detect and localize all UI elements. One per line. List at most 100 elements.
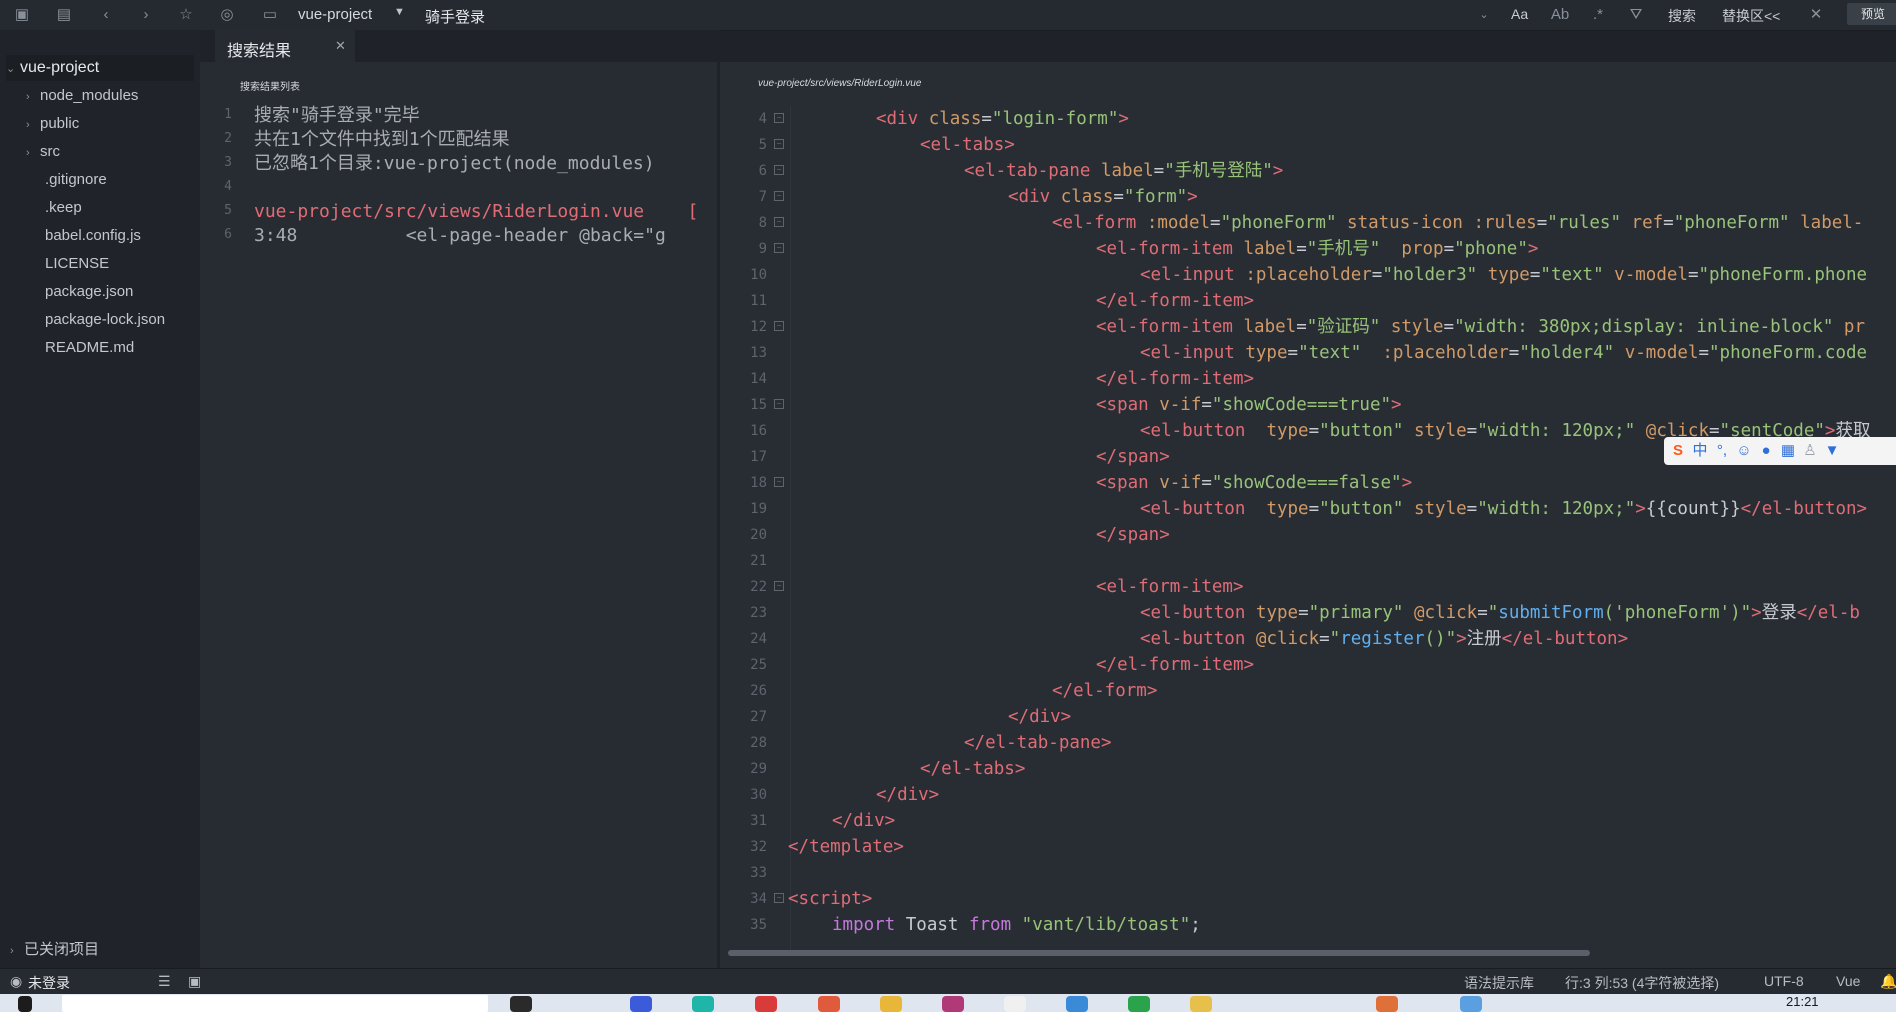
app-icon[interactable]: [692, 996, 714, 1012]
fold-icon[interactable]: −: [774, 191, 784, 201]
whole-word-icon[interactable]: Ab: [1550, 5, 1570, 25]
tree-item[interactable]: .gitignore: [45, 167, 107, 193]
skin-icon[interactable]: ▼: [1822, 441, 1842, 461]
project-selector[interactable]: vue-project: [298, 6, 372, 23]
app-icon[interactable]: [1376, 996, 1398, 1012]
fold-icon[interactable]: −: [774, 139, 784, 149]
result-line[interactable]: 2 共在1个文件中找到1个匹配结果: [200, 128, 717, 152]
app-icon[interactable]: [1190, 996, 1212, 1012]
chrome-icon[interactable]: [818, 996, 840, 1012]
tree-item[interactable]: › public: [26, 111, 79, 137]
code-line[interactable]: 8− <el-form :model="phoneForm" status-ico…: [720, 210, 1896, 236]
punctuation-icon[interactable]: °,: [1712, 441, 1732, 461]
app-icon[interactable]: [1066, 996, 1088, 1012]
fold-icon[interactable]: −: [774, 399, 784, 409]
app-icon[interactable]: [1004, 996, 1026, 1012]
code-line[interactable]: 6− <el-tab-pane label="手机号登陆">: [720, 158, 1896, 184]
code-line[interactable]: 10 <el-input :placeholder="holder3" type=…: [720, 262, 1896, 288]
preview-button[interactable]: 预览: [1847, 3, 1896, 25]
fold-icon[interactable]: −: [774, 165, 784, 175]
code-line[interactable]: 15− <span v-if="showCode===true">: [720, 392, 1896, 418]
code-line[interactable]: 19 <el-button type="button" style="width:…: [720, 496, 1896, 522]
code-line[interactable]: 20 </span>: [720, 522, 1896, 548]
app-icon[interactable]: [942, 996, 964, 1012]
closed-projects-item[interactable]: › 已关闭项目: [10, 938, 99, 959]
code-line[interactable]: 5− <el-tabs>: [720, 132, 1896, 158]
result-line[interactable]: 3 已忽略1个目录:vue-project(node_modules): [200, 152, 717, 176]
code-line[interactable]: 29 </el-tabs>: [720, 756, 1896, 782]
ime-toolbar[interactable]: S 中 °, ☺ ● ▦ ♙ ▼: [1664, 437, 1896, 465]
taskbar-search-box[interactable]: [62, 995, 488, 1012]
filter-icon[interactable]: ⛛: [1626, 5, 1646, 25]
tree-item[interactable]: › node_modules: [26, 83, 138, 109]
code-line[interactable]: 26 </el-form>: [720, 678, 1896, 704]
tree-item[interactable]: babel.config.js: [45, 223, 141, 249]
regex-icon[interactable]: .*: [1588, 5, 1608, 25]
code-line[interactable]: 31 </div>: [720, 808, 1896, 834]
fold-icon[interactable]: −: [774, 321, 784, 331]
search-button[interactable]: 搜索: [1668, 6, 1696, 26]
login-status[interactable]: 未登录: [28, 973, 70, 993]
result-line[interactable]: 1 搜索"骑手登录"完毕: [200, 104, 717, 128]
result-line[interactable]: 6 3:48 <el-page-header @back="g: [200, 224, 717, 248]
horizontal-scrollbar[interactable]: [728, 950, 1590, 956]
tree-root-item[interactable]: ⌄ vue-project: [6, 55, 194, 81]
code-line[interactable]: 23 <el-button type="primary" @click="subm…: [720, 600, 1896, 626]
fold-icon[interactable]: −: [774, 893, 784, 903]
code-line[interactable]: 11 </el-form-item>: [720, 288, 1896, 314]
code-line[interactable]: 22− <el-form-item>: [720, 574, 1896, 600]
folder-icon[interactable]: [880, 996, 902, 1012]
code-line[interactable]: 12− <el-form-item label="验证码" style="widt…: [720, 314, 1896, 340]
bell-icon[interactable]: 🔔: [1880, 973, 1896, 990]
code-area[interactable]: 4− <div class="login-form"> 5− <el-tabs> 6− <…: [720, 106, 1896, 962]
code-line[interactable]: 30 </div>: [720, 782, 1896, 808]
result-line[interactable]: 4: [200, 176, 717, 200]
code-line[interactable]: 27 </div>: [720, 704, 1896, 730]
app-icon[interactable]: [630, 996, 652, 1012]
list-icon[interactable]: ☰: [158, 973, 171, 990]
app-icon[interactable]: [755, 996, 777, 1012]
code-line[interactable]: 35 import Toast from "vant/lib/toast";: [720, 912, 1896, 938]
code-line[interactable]: 18− <span v-if="showCode===false">: [720, 470, 1896, 496]
language-mode[interactable]: Vue: [1836, 973, 1860, 989]
chevron-down-icon[interactable]: ▼: [394, 6, 405, 18]
code-line[interactable]: 9− <el-form-item label="手机号" prop="phone"…: [720, 236, 1896, 262]
code-line[interactable]: 25 </el-form-item>: [720, 652, 1896, 678]
syntax-library[interactable]: 语法提示库: [1464, 973, 1534, 993]
microphone-icon[interactable]: ●: [1756, 441, 1776, 461]
tree-item[interactable]: README.md: [45, 335, 134, 361]
tree-item[interactable]: package-lock.json: [45, 307, 165, 333]
code-line[interactable]: 24 <el-button @click="register()">注册</el-…: [720, 626, 1896, 652]
code-line[interactable]: 14 </el-form-item>: [720, 366, 1896, 392]
code-line[interactable]: 13 <el-input type="text" :placeholder="ho…: [720, 340, 1896, 366]
tree-item[interactable]: › src: [26, 139, 60, 165]
code-line[interactable]: 21: [720, 548, 1896, 574]
replace-toggle-button[interactable]: 替换区<<: [1722, 6, 1780, 26]
tree-item[interactable]: package.json: [45, 279, 133, 305]
fold-icon[interactable]: −: [774, 581, 784, 591]
match-case-button[interactable]: Aa: [1511, 6, 1528, 22]
code-line[interactable]: 33: [720, 860, 1896, 886]
forward-icon[interactable]: ›: [136, 5, 156, 25]
tree-item[interactable]: .keep: [45, 195, 82, 221]
sogou-logo-icon[interactable]: S: [1668, 441, 1688, 461]
folder-icon[interactable]: ▭: [260, 5, 280, 25]
close-icon[interactable]: ✕: [1806, 5, 1826, 25]
close-icon[interactable]: ✕: [335, 38, 346, 54]
save-icon[interactable]: ▤: [54, 5, 74, 25]
code-line[interactable]: 4− <div class="login-form">: [720, 106, 1896, 132]
emoji-icon[interactable]: ☺: [1734, 441, 1754, 461]
app-icon[interactable]: [1460, 996, 1482, 1012]
app-icon[interactable]: [510, 996, 532, 1012]
code-line[interactable]: 32 </template>: [720, 834, 1896, 860]
tab-search-results[interactable]: 搜索结果 ✕: [215, 30, 355, 64]
fold-icon[interactable]: −: [774, 243, 784, 253]
encoding[interactable]: UTF-8: [1764, 973, 1804, 989]
result-line[interactable]: 5 vue-project/src/views/RiderLogin.vue [: [200, 200, 717, 224]
code-line[interactable]: 7− <div class="form">: [720, 184, 1896, 210]
app-icon[interactable]: [1128, 996, 1150, 1012]
new-file-icon[interactable]: ▣: [12, 5, 32, 25]
fold-icon[interactable]: −: [774, 113, 784, 123]
code-line[interactable]: 34− <script>: [720, 886, 1896, 912]
code-line[interactable]: 28 </el-tab-pane>: [720, 730, 1896, 756]
